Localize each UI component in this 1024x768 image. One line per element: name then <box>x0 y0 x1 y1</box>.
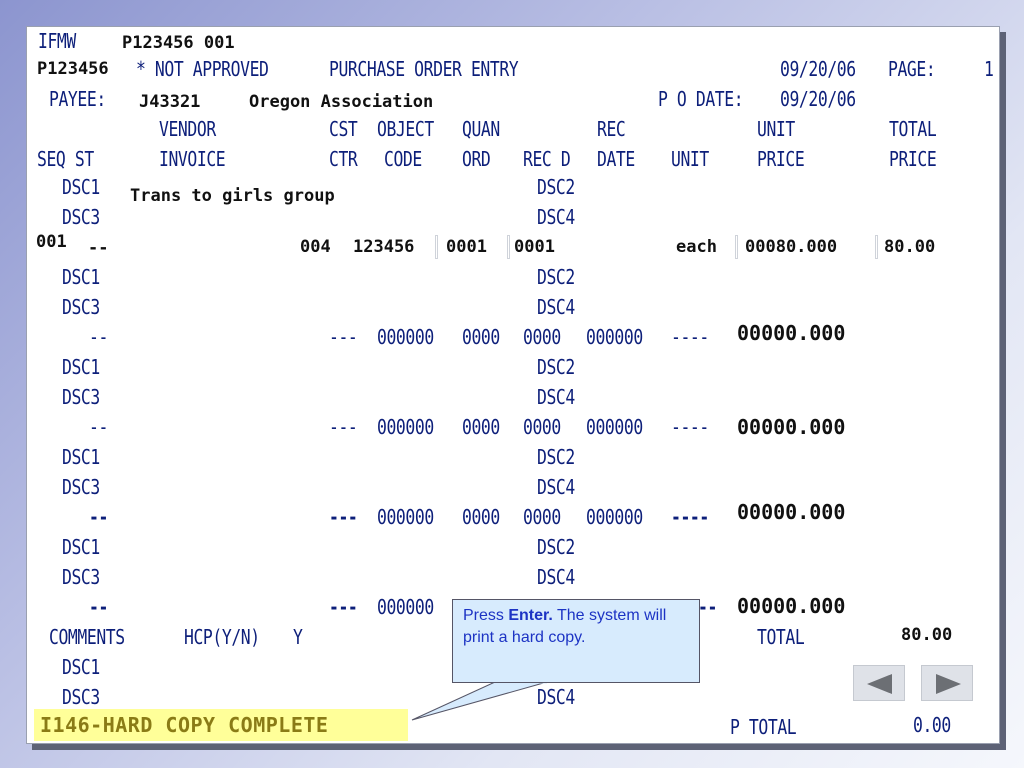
next-slide-button[interactable] <box>921 665 973 701</box>
previous-slide-button[interactable] <box>853 665 905 701</box>
callout-prefix: Press <box>463 607 509 624</box>
triangle-left-icon <box>867 674 892 694</box>
instruction-callout: Press Enter. The system will print a har… <box>452 599 700 683</box>
terminal-screen: IFMW P123456 001 P123456 * NOT APPROVED … <box>26 26 1000 744</box>
callout-key: Enter. <box>508 607 553 624</box>
triangle-right-icon <box>936 674 961 694</box>
